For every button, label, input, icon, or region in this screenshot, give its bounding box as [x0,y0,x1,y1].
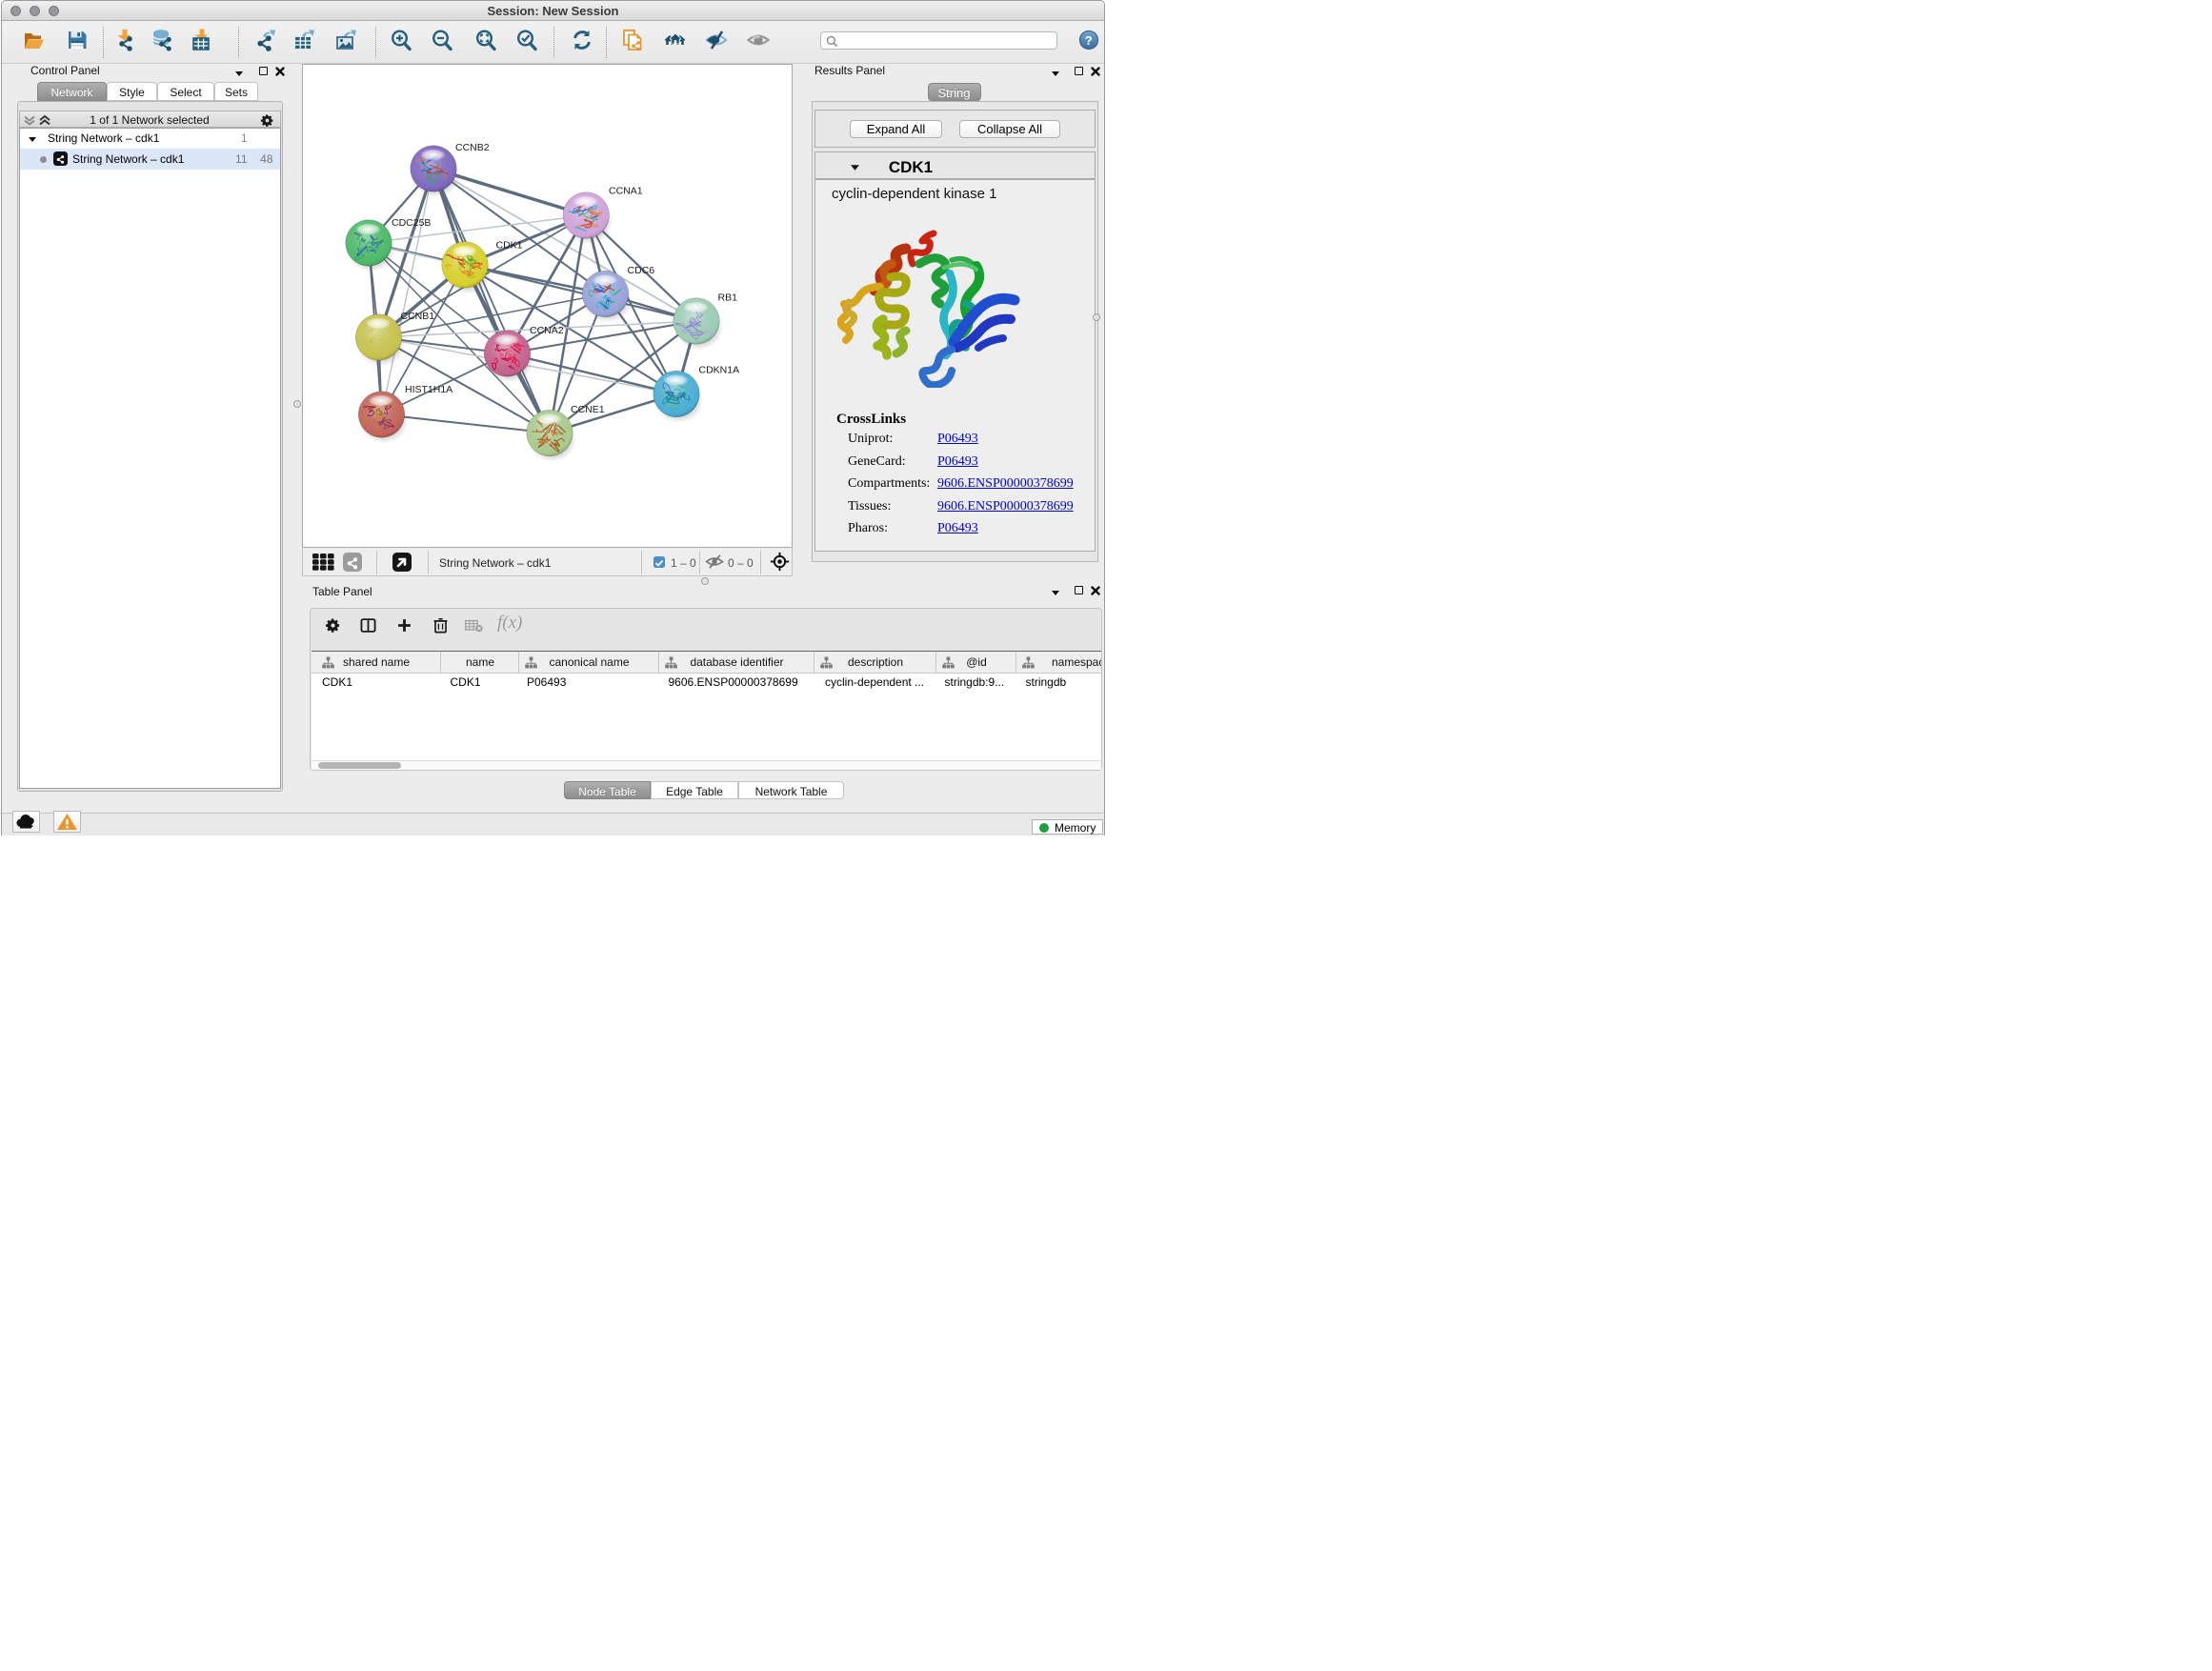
svg-text:CCNB2: CCNB2 [455,142,490,153]
svg-text:CDK1: CDK1 [496,239,523,251]
svg-text:CDC25B: CDC25B [392,217,431,229]
svg-text:CCNA2: CCNA2 [530,325,564,336]
svg-text:CCNB1: CCNB1 [401,311,435,322]
svg-text:CCNA1: CCNA1 [609,185,643,196]
svg-text:HIST1H1A: HIST1H1A [405,384,452,395]
svg-text:CDC6: CDC6 [628,265,655,276]
svg-text:CCNE1: CCNE1 [571,404,605,415]
svg-text:RB1: RB1 [718,292,738,303]
svg-text:CDKN1A: CDKN1A [699,364,740,375]
